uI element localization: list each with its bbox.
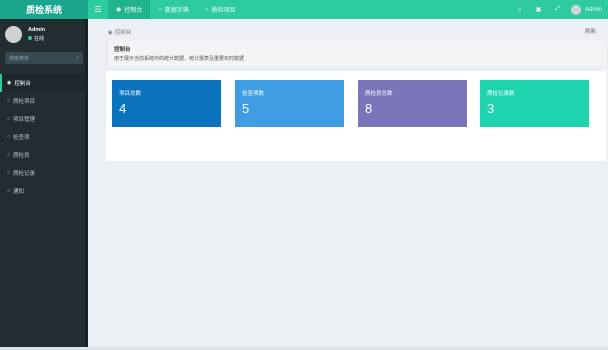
stat-value: 4 (119, 101, 127, 116)
breadcrumb: ◉ 控制台 (108, 28, 131, 36)
tab-projects[interactable]: ○ 质检项目 (197, 0, 244, 19)
callout-title: 控制台 (114, 47, 131, 53)
sidebar-item-label: 质检员 (13, 153, 30, 159)
stat-label: 项目总数 (119, 91, 142, 97)
app-logo[interactable]: 质检系统 (0, 0, 88, 19)
status-badge: 在线 (28, 35, 45, 42)
circle-icon: ○ (7, 134, 11, 140)
avatar (5, 25, 22, 43)
avatar (570, 4, 581, 15)
stat-value: 3 (487, 101, 495, 116)
tab-dashboard[interactable]: ◉ 控制台 (108, 0, 151, 19)
stats-panel: 项目总数 4 检查项数 5 质检员总数 8 质检记录数 3 (106, 71, 606, 161)
user-name: Admin (28, 26, 46, 33)
top-navbar: ☰ ◉ 控制台 ○ 数据字典 ○ 质检项目 ⌂ ▣ ⤢ Admin (88, 0, 608, 19)
fullscreen-icon[interactable]: ⤢ (548, 6, 567, 13)
user-menu[interactable]: Admin (567, 4, 608, 15)
sidebar-item-label: 质检记录 (13, 171, 36, 177)
refresh-button[interactable]: 刷新 (585, 27, 596, 35)
user-panel: Admin 在线 (0, 19, 88, 49)
app-title: 质检系统 (25, 5, 62, 15)
circle-icon: ○ (7, 98, 11, 104)
stat-value: 5 (242, 101, 250, 116)
sidebar-item-label: 控制台 (14, 81, 31, 87)
search-icon[interactable]: ⌕ (76, 55, 79, 61)
sidebar-item-check-items[interactable]: ○ 检查项 (0, 128, 88, 146)
stat-label: 质检记录数 (487, 91, 515, 97)
tab-label: 质检项目 (211, 8, 236, 14)
dashboard-icon: ◉ (108, 30, 113, 36)
search-placeholder: 搜索菜单 (9, 55, 30, 62)
user-name: Admin (584, 6, 602, 13)
online-dot-icon (28, 36, 32, 40)
sidebar-item-qc-records[interactable]: ○ 质检记录 (0, 164, 88, 182)
circle-icon: ○ (7, 116, 11, 122)
stat-card-projects[interactable]: 项目总数 4 (112, 80, 221, 127)
sidebar-item-label: 质检项目 (13, 99, 36, 105)
dashboard-icon: ◉ (7, 80, 12, 86)
status-label: 在线 (34, 35, 45, 42)
stat-value: 8 (365, 101, 373, 116)
info-callout: 控制台 用于展示当前系统中的统计数据、统计报表及重要实时数据 (106, 41, 606, 66)
stat-label: 质检员总数 (365, 91, 393, 97)
dashboard-icon: ◉ (116, 7, 122, 13)
stat-label: 检查项数 (242, 91, 265, 97)
clear-cache-icon[interactable]: ▣ (529, 6, 548, 13)
tab-label: 控制台 (124, 8, 143, 14)
callout-description: 用于展示当前系统中的统计数据、统计报表及重要实时数据 (114, 56, 245, 62)
breadcrumb-label: 控制台 (114, 30, 132, 36)
tab-label: 数据字典 (164, 8, 189, 14)
sidebar-item-dashboard[interactable]: ◉ 控制台 (0, 74, 88, 92)
sidebar-item-project-management[interactable]: ○ 项目管理 (0, 110, 88, 128)
sidebar-item-qc-projects[interactable]: ○ 质检项目 (0, 92, 88, 110)
sidebar-item-label: 检查项 (13, 135, 30, 141)
circle-icon: ○ (7, 152, 11, 158)
navbar-right: ⌂ ▣ ⤢ Admin (510, 0, 608, 19)
sidebar-item-inspectors[interactable]: ○ 质检员 (0, 146, 88, 164)
circle-icon: ○ (158, 6, 162, 13)
stat-card-records[interactable]: 质检记录数 3 (480, 80, 589, 127)
circle-icon: ○ (204, 6, 209, 13)
tab-dictionary[interactable]: ○ 数据字典 (150, 0, 197, 19)
main-content: ◉ 控制台 刷新 控制台 用于展示当前系统中的统计数据、统计报表及重要实时数据 项… (88, 19, 608, 350)
sidebar-item-notices[interactable]: ○ 通知 (0, 182, 88, 200)
home-icon[interactable]: ⌂ (510, 7, 529, 13)
sidebar-item-label: 通知 (13, 189, 25, 195)
circle-icon: ○ (7, 188, 11, 194)
stat-card-inspectors[interactable]: 质检员总数 8 (358, 80, 467, 127)
menu-toggle-icon[interactable]: ☰ (88, 0, 108, 19)
search-input[interactable]: 搜索菜单 ⌕ (5, 52, 83, 64)
sidebar-menu: ◉ 控制台 ○ 质检项目 ○ 项目管理 ○ 检查项 ○ 质检员 ○ 质检记录 ○ 通知 (0, 74, 88, 200)
sidebar: Admin 在线 搜索菜单 ⌕ ◉ 控制台 ○ 质检项目 ○ 项目管理 ○ 检查项 ○ 质… (0, 19, 88, 350)
stat-card-check-items[interactable]: 检查项数 5 (235, 80, 344, 127)
circle-icon: ○ (7, 170, 11, 176)
sidebar-item-label: 项目管理 (13, 117, 36, 123)
